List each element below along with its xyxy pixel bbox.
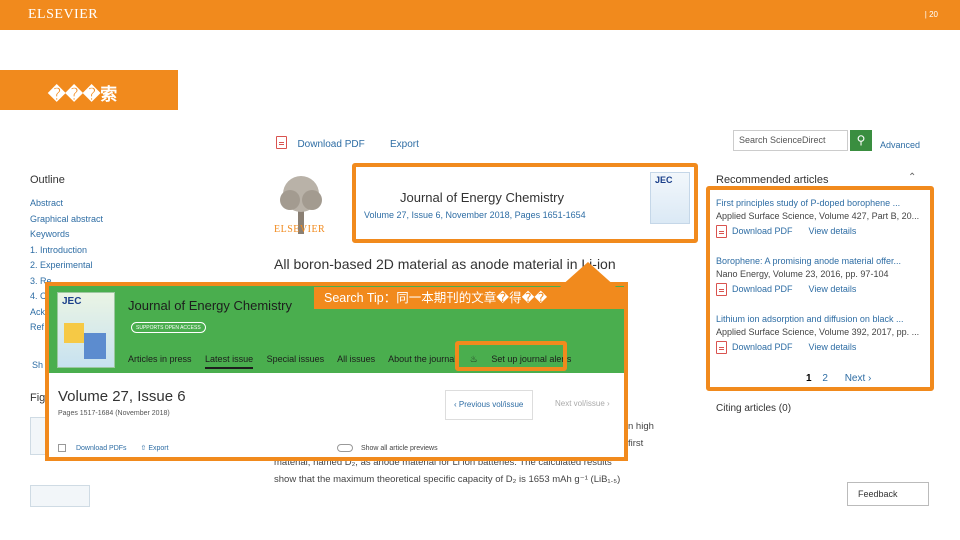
download-pdf-button[interactable]: Download PDF — [276, 134, 365, 152]
outline-item-keywords[interactable]: Keywords — [30, 229, 250, 245]
section-tab: ���索 — [0, 70, 178, 110]
open-access-badge: SUPPORTS OPEN ACCESS — [131, 322, 206, 333]
slide-top-bar: ELSEVIER | 20 — [0, 0, 960, 30]
citing-articles-heading[interactable]: Citing articles (0) — [716, 403, 791, 414]
abstract-side-text: n high first — [628, 418, 654, 452]
inset-volume-title: Volume 27, Issue 6 — [58, 388, 186, 405]
inset-journal-title[interactable]: Journal of Energy Chemistry — [128, 298, 292, 313]
feedback-button[interactable]: Feedback — [847, 482, 929, 506]
journal-cover-image: JEC — [57, 292, 115, 368]
recommended-articles-heading: Recommended articles — [716, 174, 829, 186]
section-tab-label: ���索 — [48, 85, 118, 104]
journal-cover-label: JEC — [62, 296, 82, 307]
nav-latest-issue[interactable]: Latest issue — [205, 354, 254, 369]
next-issue-label: Next vol/issue — [555, 399, 605, 408]
search-tip-label: Search Tip：同一本期刊的文章�得�� — [314, 287, 626, 309]
search-input[interactable]: Search ScienceDirect — [733, 130, 848, 151]
figure-thumbnail[interactable] — [30, 485, 90, 507]
chevron-up-icon[interactable]: ⌃ — [908, 172, 916, 183]
show-full-outline-link[interactable]: Sh — [32, 360, 43, 370]
article-previews-label: Show all article previews — [360, 444, 438, 452]
pdf-icon — [276, 136, 287, 150]
abstract-side-line: n high — [628, 421, 654, 432]
search-button[interactable]: ⚲ — [850, 130, 872, 151]
search-icon: ⚲ — [856, 133, 866, 147]
export-button[interactable]: Export — [390, 139, 419, 150]
elsevier-logo: ELSEVIER — [28, 7, 99, 22]
chevron-right-icon: › — [607, 399, 610, 408]
outline-item-graphical-abstract[interactable]: Graphical abstract — [30, 214, 250, 230]
article-previews-toggle[interactable]: Show all article previews — [337, 444, 438, 452]
abstract-line: show that the maximum theoretical specif… — [274, 474, 621, 485]
outline-item-abstract[interactable]: Abstract — [30, 198, 250, 214]
outline-item-experimental[interactable]: 2. Experimental — [30, 260, 250, 276]
download-pdf-label: Download PDF — [297, 139, 365, 150]
previous-issue-label: Previous vol/issue — [458, 400, 524, 409]
elsevier-logo-text: ELSEVIER — [274, 224, 326, 235]
previous-issue-button[interactable]: ‹ Previous vol/issue — [445, 390, 533, 420]
export-icon: ⇧ — [140, 445, 147, 452]
tip-arrow — [560, 262, 616, 287]
recommended-articles-highlight — [706, 186, 934, 391]
next-issue-button[interactable]: Next vol/issue › — [555, 399, 610, 408]
figures-heading: Fig — [30, 392, 46, 404]
chevron-left-icon: ‹ — [454, 400, 457, 409]
toggle-icon — [337, 444, 353, 452]
nav-all-issues[interactable]: All issues — [337, 354, 375, 364]
page-number-value: 20 — [929, 10, 938, 19]
nav-special-issues[interactable]: Special issues — [267, 354, 325, 364]
nav-about-journal[interactable]: About the journal — [388, 354, 456, 364]
inset-export[interactable]: Export — [148, 445, 168, 452]
inset-download-pdfs[interactable]: Download PDFs — [76, 445, 127, 452]
select-all-checkbox[interactable] — [58, 444, 66, 453]
inset-pages-info: Pages 1517-1684 (November 2018) — [58, 410, 170, 417]
slide-page-number: | 20 — [924, 10, 938, 19]
abstract-side-line: first — [628, 438, 644, 449]
outline-title: Outline — [30, 174, 65, 186]
advanced-search-link[interactable]: Advanced — [880, 140, 920, 150]
inset-actions: Download PDFs ⇧ Export — [58, 444, 169, 453]
journal-alerts-highlight — [455, 341, 567, 371]
journal-banner-highlight — [352, 163, 698, 243]
outline-item-introduction[interactable]: 1. Introduction — [30, 245, 250, 261]
nav-articles-in-press[interactable]: Articles in press — [128, 354, 192, 364]
